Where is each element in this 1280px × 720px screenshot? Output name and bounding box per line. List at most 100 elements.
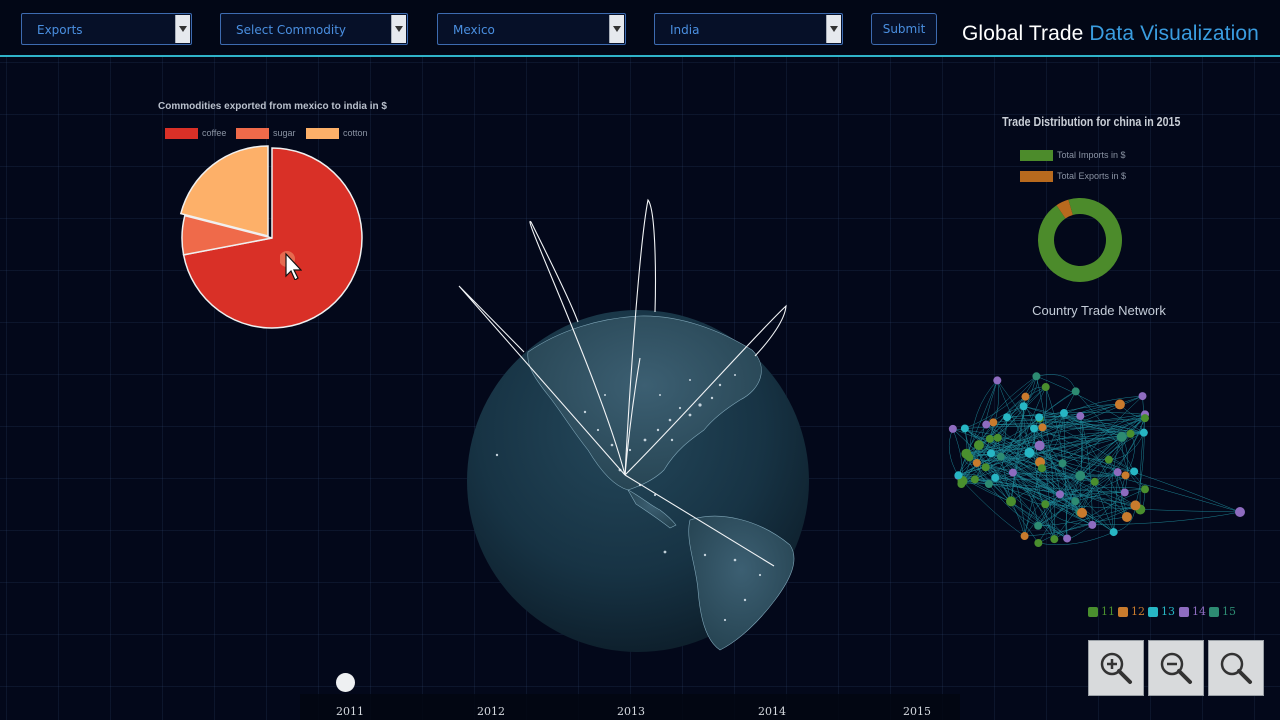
network-node[interactable]	[948, 424, 957, 433]
network-node[interactable]	[989, 418, 998, 427]
destination-country-select-value: India	[670, 23, 700, 37]
network-node[interactable]	[1075, 470, 1086, 481]
network-node[interactable]	[1120, 488, 1129, 497]
network-node[interactable]	[1071, 497, 1080, 506]
legend-label: 12	[1131, 605, 1145, 618]
network-node[interactable]	[1032, 372, 1041, 381]
network-node[interactable]	[1038, 423, 1047, 432]
globe-map[interactable]	[440, 190, 840, 670]
zoom-out-button[interactable]	[1148, 640, 1204, 696]
network-node[interactable]	[1138, 392, 1147, 401]
legend-swatch	[1179, 607, 1189, 617]
network-node[interactable]	[1126, 429, 1135, 438]
trade-distribution-title: Trade Distribution for china in 2015	[1002, 114, 1181, 129]
commodity-pie-chart[interactable]	[170, 138, 380, 338]
zoom-in-icon	[1100, 652, 1132, 684]
network-node[interactable]	[1139, 428, 1148, 437]
top-toolbar: Exports Select Commodity Mexico India Su…	[0, 0, 1280, 57]
network-node[interactable]	[985, 434, 994, 443]
network-node[interactable]	[1088, 520, 1097, 529]
chevron-down-icon[interactable]	[609, 15, 624, 43]
network-node[interactable]	[1063, 534, 1072, 543]
network-node[interactable]	[1141, 414, 1149, 423]
network-node[interactable]	[1037, 464, 1046, 473]
network-node[interactable]	[1060, 409, 1069, 418]
network-link	[1039, 432, 1144, 463]
source-country-select[interactable]: Mexico	[437, 13, 626, 45]
network-node[interactable]	[1055, 490, 1064, 499]
chevron-down-icon[interactable]	[175, 15, 190, 43]
network-node[interactable]	[1141, 485, 1149, 494]
network-node[interactable]	[1104, 455, 1113, 464]
network-node[interactable]	[1113, 468, 1122, 477]
network-node[interactable]	[1050, 535, 1059, 544]
timeline-year-label[interactable]: 2014	[758, 705, 786, 718]
network-node[interactable]	[1130, 467, 1139, 476]
network-node[interactable]	[1030, 424, 1039, 433]
legend-label: sugar	[273, 128, 296, 138]
network-node[interactable]	[1090, 477, 1099, 486]
network-node[interactable]	[972, 458, 981, 467]
network-node[interactable]	[1121, 471, 1130, 480]
year-slider-handle[interactable]	[336, 673, 355, 692]
network-link	[1066, 524, 1093, 540]
network-node[interactable]	[1114, 399, 1125, 410]
legend-label: 15	[1222, 605, 1236, 618]
network-node[interactable]	[1034, 538, 1043, 547]
network-node[interactable]	[987, 449, 996, 458]
network-node[interactable]	[1130, 500, 1141, 511]
app-title: Global Trade Data Visualization	[962, 22, 1259, 46]
network-node[interactable]	[993, 433, 1002, 442]
timeline-year-label[interactable]: 2013	[617, 705, 645, 718]
timeline-year-label[interactable]: 2012	[477, 705, 505, 718]
legend-swatch	[1088, 607, 1098, 617]
submit-button[interactable]: Submit	[871, 13, 937, 45]
network-node[interactable]	[1008, 468, 1017, 477]
network-node[interactable]	[1235, 507, 1245, 517]
chevron-down-icon[interactable]	[391, 15, 406, 43]
network-node[interactable]	[1041, 383, 1050, 392]
network-node[interactable]	[970, 475, 979, 484]
timeline-year-label[interactable]: 2011	[336, 705, 364, 718]
network-node[interactable]	[1071, 387, 1080, 396]
network-node[interactable]	[973, 440, 984, 451]
network-node[interactable]	[1041, 500, 1050, 509]
network-node[interactable]	[1020, 532, 1029, 541]
network-node[interactable]	[996, 452, 1005, 461]
network-node[interactable]	[982, 420, 991, 429]
network-node[interactable]	[1077, 507, 1088, 518]
network-node[interactable]	[1034, 440, 1045, 451]
network-node[interactable]	[984, 480, 993, 489]
network-node[interactable]	[1109, 528, 1118, 537]
network-node[interactable]	[981, 463, 990, 472]
network-node[interactable]	[960, 424, 969, 433]
trade-distribution-donut[interactable]	[1035, 188, 1125, 292]
network-node[interactable]	[1121, 511, 1132, 522]
destination-country-select[interactable]: India	[654, 13, 843, 45]
network-node[interactable]	[1021, 392, 1030, 401]
network-node[interactable]	[1024, 447, 1035, 458]
chevron-down-icon[interactable]	[826, 15, 841, 43]
network-node[interactable]	[1019, 402, 1028, 411]
donut-slice-imports[interactable]	[1038, 198, 1122, 282]
network-node[interactable]	[1035, 413, 1044, 422]
network-node[interactable]	[1116, 431, 1127, 442]
network-node[interactable]	[1003, 413, 1012, 422]
network-node[interactable]	[954, 471, 963, 480]
network-node[interactable]	[1006, 496, 1017, 507]
timeline-year-label[interactable]: 2015	[903, 705, 931, 718]
network-node[interactable]	[965, 453, 974, 462]
network-node[interactable]	[1076, 412, 1085, 421]
commodity-select[interactable]: Select Commodity	[220, 13, 408, 45]
zoom-in-button[interactable]	[1088, 640, 1144, 696]
app-title-accent: Data Visualization	[1089, 22, 1259, 45]
network-node[interactable]	[993, 376, 1002, 385]
legend-label: Total Exports in $	[1057, 171, 1127, 181]
network-node[interactable]	[1034, 521, 1043, 530]
network-node[interactable]	[1058, 459, 1067, 468]
network-node[interactable]	[991, 473, 1000, 482]
legend-swatch	[1209, 607, 1219, 617]
zoom-reset-button[interactable]	[1208, 640, 1264, 696]
country-trade-network[interactable]	[930, 340, 1250, 570]
flow-type-select[interactable]: Exports	[21, 13, 192, 45]
